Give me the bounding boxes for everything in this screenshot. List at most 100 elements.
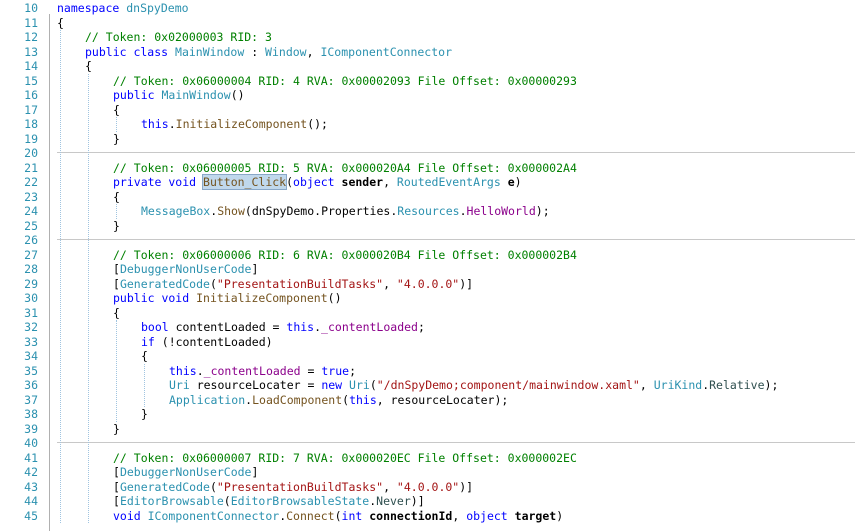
code-text: [GeneratedCode("PresentationBuildTasks",… — [113, 277, 473, 292]
code-line[interactable]: 19} — [0, 132, 855, 147]
code-token: )] — [459, 479, 474, 494]
code-token: ] — [251, 465, 259, 479]
code-line[interactable]: 44 [EditorBrowsable(EditorBrowsableState.… — [0, 494, 855, 509]
code-token: ( — [209, 276, 217, 291]
code-token: , — [452, 508, 467, 523]
code-line[interactable]: 35 this._contentLoaded = true; — [0, 364, 855, 379]
code-token: Uri — [349, 378, 370, 392]
method-separator — [57, 152, 855, 153]
code-token: Connect — [286, 508, 335, 523]
code-token: InitializeComponent — [175, 117, 308, 131]
code-text: public class MainWindow : Window, ICompo… — [85, 45, 452, 60]
code-line[interactable]: 28 [DebuggerNonUserCode] — [0, 262, 855, 277]
line-number: 11 — [24, 15, 38, 30]
code-text: this.InitializeComponent(); — [141, 117, 328, 132]
code-token: object — [293, 175, 342, 189]
code-line[interactable]: 38} — [0, 407, 855, 422]
code-line[interactable]: 17 { — [0, 103, 855, 118]
code-line[interactable]: 40 — [0, 436, 855, 451]
code-line[interactable]: 43 [GeneratedCode("PresentationBuildTasks… — [0, 480, 855, 495]
code-token: , — [383, 479, 397, 494]
code-line[interactable]: 41 // Token: 0x06000007 RID: 7 RVA: 0x000… — [0, 451, 855, 466]
code-line[interactable]: 12 // Token: 0x02000003 RID: 3 — [0, 30, 855, 45]
line-number: 28 — [24, 262, 38, 276]
code-token: ) — [514, 175, 522, 189]
code-text: // Token: 0x06000005 RID: 5 RVA: 0x00002… — [113, 161, 577, 176]
code-line[interactable]: 26 — [0, 233, 855, 248]
code-token: this — [349, 392, 377, 407]
line-number: 18 — [24, 117, 38, 131]
line-number: 20 — [24, 146, 38, 160]
code-line[interactable]: 45 void IComponentConnector.Connect(int c… — [0, 509, 855, 524]
code-token: IComponentConnector — [320, 44, 453, 59]
code-line[interactable]: 16 public MainWindow() — [0, 88, 855, 103]
code-text: public void InitializeComponent() — [113, 291, 342, 306]
code-token: // Token: 0x06000007 RID: 7 RVA: 0x00002… — [113, 450, 577, 465]
code-text: bool contentLoaded = this._contentLoaded… — [141, 320, 425, 335]
code-token: resourceLocater = — [196, 378, 322, 392]
code-token: GeneratedCode — [119, 479, 210, 494]
code-line[interactable]: 14 { — [0, 59, 855, 74]
code-text: // Token: 0x02000003 RID: 3 — [85, 30, 272, 45]
code-token: bool — [141, 320, 176, 334]
code-line[interactable]: 34 { — [0, 349, 855, 364]
code-text: { — [113, 103, 120, 118]
code-token: , — [383, 276, 397, 291]
code-token: (!contentLoaded) — [161, 334, 273, 349]
code-line[interactable]: 30 public void InitializeComponent() — [0, 291, 855, 306]
code-line[interactable]: 29 [GeneratedCode("PresentationBuildTasks… — [0, 277, 855, 292]
code-token: // Token: 0x06000005 RID: 5 RVA: 0x00002… — [113, 160, 577, 175]
code-line[interactable]: 15 // Token: 0x06000004 RID: 4 RVA: 0x000… — [0, 74, 855, 89]
code-line[interactable]: 25} — [0, 219, 855, 234]
code-token: int — [341, 508, 370, 523]
code-token: contentLoaded = — [175, 320, 287, 334]
code-line[interactable]: 24 MessageBox.Show(dnSpyDemo.Properties.R… — [0, 204, 855, 219]
code-text: { — [113, 306, 120, 321]
line-number: 19 — [24, 131, 38, 146]
code-line[interactable]: 10 namespace dnSpyDemo — [0, 1, 855, 16]
code-token: . — [459, 204, 467, 218]
code-line[interactable]: 21 // Token: 0x06000005 RID: 5 RVA: 0x000… — [0, 161, 855, 176]
code-line[interactable]: 37 Application.LoadComponent(this, resour… — [0, 393, 855, 408]
code-line[interactable]: 36 Uri resourceLocater = new Uri("/dnSpyD… — [0, 378, 855, 393]
code-text: } — [113, 422, 120, 437]
code-line[interactable]: 22 private void Button_Click(object sende… — [0, 174, 855, 190]
code-line[interactable]: 20 — [0, 146, 855, 161]
code-line[interactable]: 33 if (!contentLoaded) — [0, 335, 855, 350]
code-token: Properties — [321, 204, 391, 218]
line-number: 37 — [24, 392, 38, 407]
code-token: this — [169, 363, 197, 378]
code-line[interactable]: 18 this.InitializeComponent(); — [0, 117, 855, 132]
code-token: Button_Click — [202, 174, 288, 190]
line-number: 22 — [24, 175, 38, 189]
code-token: ( — [209, 479, 217, 494]
code-line[interactable]: 13 public class MainWindow : Window, ICom… — [0, 45, 855, 60]
code-line[interactable]: 31 { — [0, 306, 855, 321]
code-token: ); — [764, 378, 779, 392]
code-text: Application.LoadComponent(this, resource… — [169, 393, 508, 408]
code-token: } — [141, 407, 148, 421]
indent-guide — [144, 363, 145, 407]
code-token: } — [113, 218, 120, 233]
line-number: 27 — [24, 247, 38, 262]
code-line[interactable]: 27 // Token: 0x06000006 RID: 6 RVA: 0x000… — [0, 248, 855, 263]
code-token: LoadComponent — [252, 392, 343, 407]
line-number: 40 — [24, 436, 38, 450]
code-token: dnSpyDemo — [119, 1, 189, 15]
code-token: ( — [286, 175, 294, 189]
code-line[interactable]: 39} — [0, 422, 855, 437]
code-line[interactable]: 42 [DebuggerNonUserCode] — [0, 465, 855, 480]
line-number: 43 — [24, 479, 38, 494]
code-token: = — [300, 363, 322, 378]
line-number: 29 — [24, 276, 38, 291]
code-line[interactable]: 11 { — [0, 16, 855, 31]
code-line[interactable]: 23 { — [0, 190, 855, 205]
line-number: 16 — [24, 88, 38, 102]
line-number: 36 — [24, 378, 38, 392]
line-number: 26 — [24, 233, 38, 247]
code-token: Resources — [397, 204, 460, 218]
code-token: ( — [223, 494, 231, 508]
code-line[interactable]: 32 bool contentLoaded = this._contentLoad… — [0, 320, 855, 335]
code-text: namespace dnSpyDemo — [57, 1, 189, 16]
code-token: , — [383, 175, 397, 189]
